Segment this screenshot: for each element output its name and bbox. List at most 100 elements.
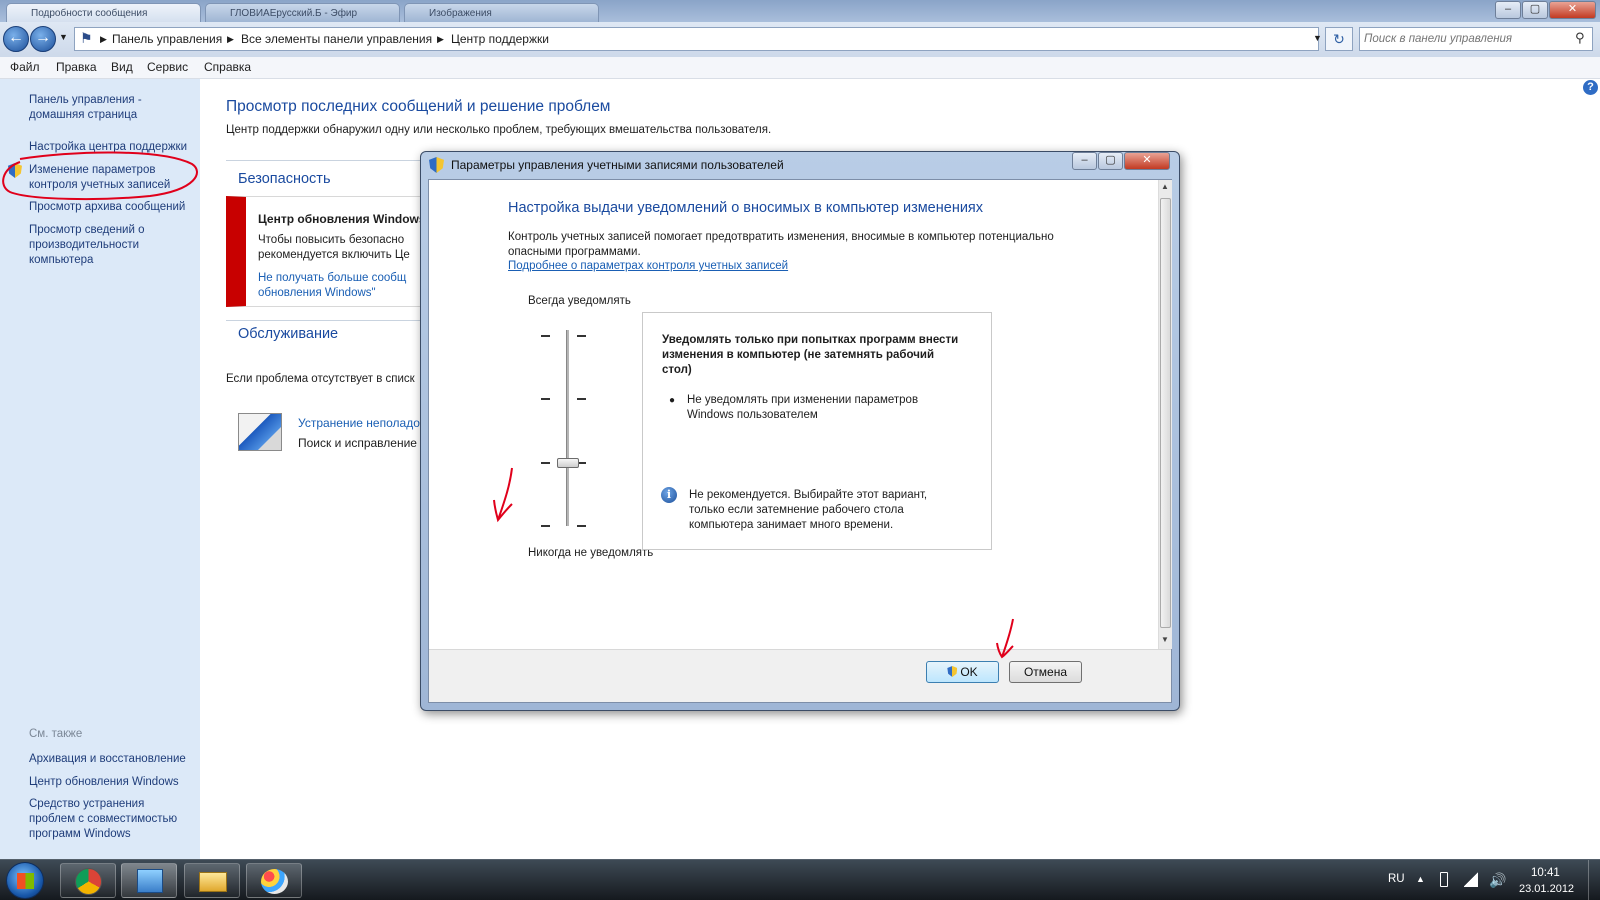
sidebar-item-label: контроля учетных записей <box>29 179 171 191</box>
menu-help[interactable]: Справка <box>204 60 251 74</box>
alert-link[interactable]: Не получать больше сообщ <box>258 272 406 284</box>
dialog-heading: Настройка выдачи уведомлений о вносимых … <box>508 200 984 216</box>
menu-edit[interactable]: Правка <box>56 60 97 74</box>
taskbar-control-panel[interactable] <box>121 863 177 898</box>
windows-logo-icon <box>17 873 34 889</box>
refresh-icon: ↻ <box>1333 31 1345 47</box>
close-button[interactable]: ✕ <box>1549 1 1596 19</box>
see-also-label: См. также <box>29 728 83 740</box>
sidebar-item-settings[interactable]: Настройка центра поддержки <box>29 140 187 155</box>
dialog-scrollbar[interactable]: ▲ ▼ <box>1158 180 1172 649</box>
info-icon: i <box>661 487 677 503</box>
refresh-button[interactable]: ↻ <box>1325 27 1353 51</box>
search-input[interactable] <box>1364 31 1564 47</box>
dialog-description: Контроль учетных записей помогает предот… <box>508 231 1054 243</box>
uac-shield-icon <box>429 157 444 173</box>
see-also-compatibility[interactable]: Средство устранения проблем с совместимо… <box>29 797 177 842</box>
level-title-line: Уведомлять только при попытках программ … <box>662 334 959 346</box>
ok-label: OK <box>960 665 978 679</box>
window-tab[interactable]: Подробности сообщения <box>6 3 201 22</box>
troubleshoot-link[interactable]: Устранение неполадо <box>298 416 420 430</box>
forward-button[interactable]: → <box>30 26 56 52</box>
sidebar-item-label: Средство устранения <box>29 798 145 810</box>
volume-icon[interactable]: 🔊 <box>1489 872 1506 889</box>
taskbar-paint[interactable] <box>246 863 302 898</box>
troubleshoot-icon <box>238 413 282 451</box>
search-icon[interactable]: ⚲ <box>1575 30 1585 46</box>
dialog-maximize-button[interactable]: ▢ <box>1098 152 1123 170</box>
start-button[interactable] <box>6 862 44 899</box>
signal-icon[interactable] <box>1464 872 1478 887</box>
window-tab[interactable]: Изображения <box>404 3 599 22</box>
level-description-box: Уведомлять только при попытках программ … <box>642 312 992 550</box>
level-title: Уведомлять только при попытках программ … <box>662 333 958 378</box>
sidebar-item-label: программ Windows <box>29 828 131 840</box>
see-also-backup[interactable]: Архивация и восстановление <box>29 752 186 767</box>
breadcrumb-item[interactable]: Панель управления <box>112 32 222 46</box>
level-note-line: компьютера занимает много времени. <box>689 519 894 531</box>
bullet-icon: ● <box>669 395 676 406</box>
menu-file[interactable]: Файл <box>10 60 40 74</box>
maintenance-heading[interactable]: Обслуживание <box>238 326 338 342</box>
sidebar-item-label: Изменение параметров <box>29 164 156 176</box>
menu-view[interactable]: Вид <box>111 60 133 74</box>
slider-tick <box>541 525 550 527</box>
tab-label: ГЛОВИАЕрусский.Б - Эфир <box>230 8 358 19</box>
level-title-line: изменения в компьютер (не затемнять рабо… <box>662 349 935 361</box>
level-bullet: Не уведомлять при изменении параметров W… <box>687 393 918 423</box>
see-also-windows-update[interactable]: Центр обновления Windows <box>29 775 179 790</box>
sidebar-item-archive[interactable]: Просмотр архива сообщений <box>29 200 185 215</box>
uac-slider-thumb[interactable] <box>557 457 579 468</box>
minimize-button[interactable]: – <box>1495 1 1521 19</box>
dialog-close-button[interactable]: ✕ <box>1124 152 1170 170</box>
back-button[interactable]: ← <box>3 26 29 52</box>
dialog-footer: OK Отмена <box>429 649 1171 702</box>
level-note-line: только если затемнение рабочего стола <box>689 504 904 516</box>
back-arrow-icon: ← <box>8 29 24 46</box>
dialog-minimize-button[interactable]: – <box>1072 152 1097 170</box>
sidebar-item-label: производительности <box>29 239 140 251</box>
tab-label: Подробности сообщения <box>31 8 148 19</box>
alert-link[interactable]: обновления Windows" <box>258 287 376 299</box>
address-dropdown-icon[interactable]: ▼ <box>1313 33 1322 43</box>
sidebar-item-home[interactable]: Панель управления - домашняя страница <box>29 93 142 123</box>
slider-tick <box>541 398 550 400</box>
history-dropdown-icon[interactable]: ▼ <box>59 32 68 42</box>
sidebar-item-performance[interactable]: Просмотр сведений о производительности к… <box>29 223 144 268</box>
address-toolbar: ← → ▼ ⚑ ▶ Панель управления ▶ Все элемен… <box>0 22 1600 57</box>
uac-slider-track[interactable] <box>566 330 569 526</box>
cancel-button[interactable]: Отмена <box>1009 661 1082 683</box>
clock-date[interactable]: 23.01.2012 <box>1519 883 1574 895</box>
maximize-button[interactable]: ▢ <box>1522 1 1548 19</box>
tray-expand-icon[interactable]: ▲ <box>1416 874 1425 884</box>
page-subtitle: Центр поддержки обнаружил одну или неско… <box>226 124 772 136</box>
uac-info-link[interactable]: Подробнее о параметрах контроля учетных … <box>508 260 788 272</box>
problem-text: Если проблема отсутствует в списк <box>226 373 415 385</box>
clock-time[interactable]: 10:41 <box>1531 867 1560 879</box>
window-title-bar: Подробности сообщения ГЛОВИАЕрусский.Б -… <box>0 0 1600 22</box>
battery-icon[interactable] <box>1440 872 1448 887</box>
search-box[interactable]: ⚲ <box>1359 27 1593 51</box>
breadcrumb-item[interactable]: Центр поддержки <box>451 32 549 46</box>
tab-label: Изображения <box>429 8 492 19</box>
ok-button[interactable]: OK <box>926 661 999 683</box>
window-tab[interactable]: ГЛОВИАЕрусский.Б - Эфир <box>205 3 400 22</box>
breadcrumb-item[interactable]: Все элементы панели управления <box>241 32 432 46</box>
language-indicator[interactable]: RU <box>1388 873 1405 885</box>
scroll-thumb[interactable] <box>1160 198 1171 628</box>
scroll-up-icon[interactable]: ▲ <box>1161 182 1169 191</box>
help-icon[interactable]: ? <box>1583 80 1598 95</box>
show-desktop-button[interactable] <box>1588 860 1600 900</box>
uac-shield-icon <box>947 666 958 677</box>
taskbar-chrome[interactable] <box>60 863 116 898</box>
taskbar-explorer[interactable] <box>184 863 240 898</box>
breadcrumb-separator-icon: ▶ <box>100 34 107 44</box>
security-heading[interactable]: Безопасность <box>238 171 331 187</box>
sidebar-item-uac[interactable]: Изменение параметров контроля учетных за… <box>29 163 170 193</box>
scroll-down-icon[interactable]: ▼ <box>1161 635 1169 644</box>
address-bar[interactable]: ⚑ ▶ Панель управления ▶ Все элементы пан… <box>74 27 1322 51</box>
alert-title: Центр обновления Windows <box>258 212 426 226</box>
menu-tools[interactable]: Сервис <box>147 60 188 74</box>
level-bullet-line: Windows пользователем <box>687 409 818 421</box>
slider-bottom-label: Никогда не уведомлять <box>528 547 654 559</box>
